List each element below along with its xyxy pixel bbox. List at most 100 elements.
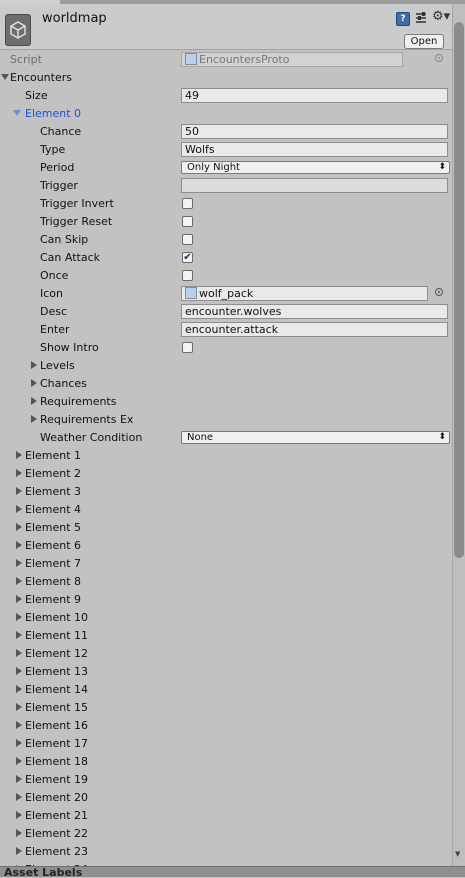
can-attack-checkbox[interactable]: ✔ [182, 252, 193, 263]
element-row[interactable]: Element 12 [0, 644, 452, 662]
trigger-invert-checkbox[interactable] [182, 198, 193, 209]
element-row[interactable]: Element 20 [0, 788, 452, 806]
can-skip-checkbox[interactable] [182, 234, 193, 245]
foldout-collapsed-icon[interactable] [16, 847, 22, 855]
element-row[interactable]: Element 18 [0, 752, 452, 770]
element-0-row[interactable]: Element 0 [0, 104, 452, 122]
once-checkbox[interactable] [182, 270, 193, 281]
show-intro-checkbox[interactable] [182, 342, 193, 353]
foldout-collapsed-icon[interactable] [16, 685, 22, 693]
foldout-collapsed-icon[interactable] [16, 829, 22, 837]
foldout-collapsed-icon[interactable] [16, 577, 22, 585]
element-row[interactable]: Element 21 [0, 806, 452, 824]
element-row[interactable]: Element 9 [0, 590, 452, 608]
element-row[interactable]: Element 8 [0, 572, 452, 590]
element-label: Element 8 [25, 575, 82, 588]
foldout-expanded-icon[interactable] [13, 110, 21, 116]
foldout-collapsed-icon[interactable] [16, 667, 22, 675]
element-row[interactable]: Element 22 [0, 824, 452, 842]
foldout-collapsed-icon[interactable] [16, 595, 22, 603]
levels-label: Levels [40, 359, 75, 372]
element-label: Element 2 [25, 467, 82, 480]
script-file-icon [185, 53, 197, 65]
trigger-reset-row: Trigger Reset [0, 212, 452, 230]
object-picker-icon[interactable] [435, 288, 443, 296]
chances-row[interactable]: Chances [0, 374, 452, 392]
requirements-row[interactable]: Requirements [0, 392, 452, 410]
foldout-collapsed-icon[interactable] [16, 469, 22, 477]
icon-value: wolf_pack [199, 287, 254, 300]
foldout-collapsed-icon[interactable] [16, 649, 22, 657]
foldout-collapsed-icon[interactable] [16, 505, 22, 513]
foldout-collapsed-icon[interactable] [16, 739, 22, 747]
can-attack-row: Can Attack ✔ [0, 248, 452, 266]
element-label: Element 9 [25, 593, 82, 606]
type-input[interactable]: Wolfs [181, 142, 448, 157]
element-row[interactable]: Element 10 [0, 608, 452, 626]
desc-input[interactable]: encounter.wolves [181, 304, 448, 319]
trigger-reset-checkbox[interactable] [182, 216, 193, 227]
element-row[interactable]: Element 15 [0, 698, 452, 716]
foldout-collapsed-icon[interactable] [16, 523, 22, 531]
element-row[interactable]: Element 17 [0, 734, 452, 752]
element-row[interactable]: Element 4 [0, 500, 452, 518]
element-row[interactable]: Element 2 [0, 464, 452, 482]
asset-icon [5, 14, 31, 46]
foldout-collapsed-icon[interactable] [16, 775, 22, 783]
sprite-icon [185, 287, 197, 299]
encounters-row[interactable]: Encounters [0, 68, 452, 86]
foldout-collapsed-icon[interactable] [31, 361, 37, 369]
scrollbar-thumb[interactable] [454, 22, 464, 558]
show-intro-label: Show Intro [40, 341, 99, 354]
foldout-collapsed-icon[interactable] [16, 487, 22, 495]
help-icon[interactable]: ? [396, 12, 410, 26]
type-row: Type Wolfs [0, 140, 452, 158]
script-field: EncountersProto [181, 52, 403, 67]
element-row[interactable]: Element 19 [0, 770, 452, 788]
element-row[interactable]: Element 1 [0, 446, 452, 464]
size-input[interactable]: 49 [181, 88, 448, 103]
vertical-scrollbar[interactable]: ▼ [452, 4, 465, 866]
foldout-collapsed-icon[interactable] [16, 541, 22, 549]
element-row[interactable]: Element 3 [0, 482, 452, 500]
element-row[interactable]: Element 14 [0, 680, 452, 698]
inspector-header: worldmap ? ⚙▾ Open [0, 4, 452, 50]
foldout-collapsed-icon[interactable] [16, 631, 22, 639]
type-label: Type [40, 143, 66, 156]
chance-input[interactable]: 50 [181, 124, 448, 139]
foldout-expanded-icon[interactable] [1, 74, 9, 80]
period-value: Only Night [187, 162, 240, 173]
period-dropdown[interactable]: Only Night ⬍ [181, 161, 450, 174]
element-row[interactable]: Element 23 [0, 842, 452, 860]
presets-icon[interactable] [414, 11, 428, 25]
gear-icon[interactable]: ⚙▾ [432, 10, 450, 24]
foldout-collapsed-icon[interactable] [16, 613, 22, 621]
trigger-input[interactable] [181, 178, 448, 193]
icon-object-field[interactable]: wolf_pack [181, 286, 428, 301]
foldout-collapsed-icon[interactable] [16, 811, 22, 819]
element-row[interactable]: Element 13 [0, 662, 452, 680]
foldout-collapsed-icon[interactable] [16, 721, 22, 729]
foldout-collapsed-icon[interactable] [16, 703, 22, 711]
foldout-collapsed-icon[interactable] [31, 379, 37, 387]
element-row[interactable]: Element 7 [0, 554, 452, 572]
foldout-collapsed-icon[interactable] [16, 757, 22, 765]
foldout-collapsed-icon[interactable] [31, 397, 37, 405]
foldout-collapsed-icon[interactable] [16, 793, 22, 801]
element-row[interactable]: Element 6 [0, 536, 452, 554]
open-button[interactable]: Open [404, 34, 444, 49]
enter-input[interactable]: encounter.attack [181, 322, 448, 337]
levels-row[interactable]: Levels [0, 356, 452, 374]
requirements-ex-row[interactable]: Requirements Ex [0, 410, 452, 428]
foldout-collapsed-icon[interactable] [16, 559, 22, 567]
weather-condition-dropdown[interactable]: None ⬍ [181, 431, 450, 444]
asset-labels-bar[interactable]: Asset Labels [0, 866, 465, 877]
foldout-collapsed-icon[interactable] [16, 451, 22, 459]
foldout-collapsed-icon[interactable] [31, 415, 37, 423]
element-row[interactable]: Element 5 [0, 518, 452, 536]
scroll-down-arrow-icon[interactable]: ▼ [455, 850, 460, 858]
trigger-label: Trigger [40, 179, 78, 192]
element-0-label: Element 0 [25, 107, 82, 120]
element-row[interactable]: Element 11 [0, 626, 452, 644]
element-row[interactable]: Element 16 [0, 716, 452, 734]
